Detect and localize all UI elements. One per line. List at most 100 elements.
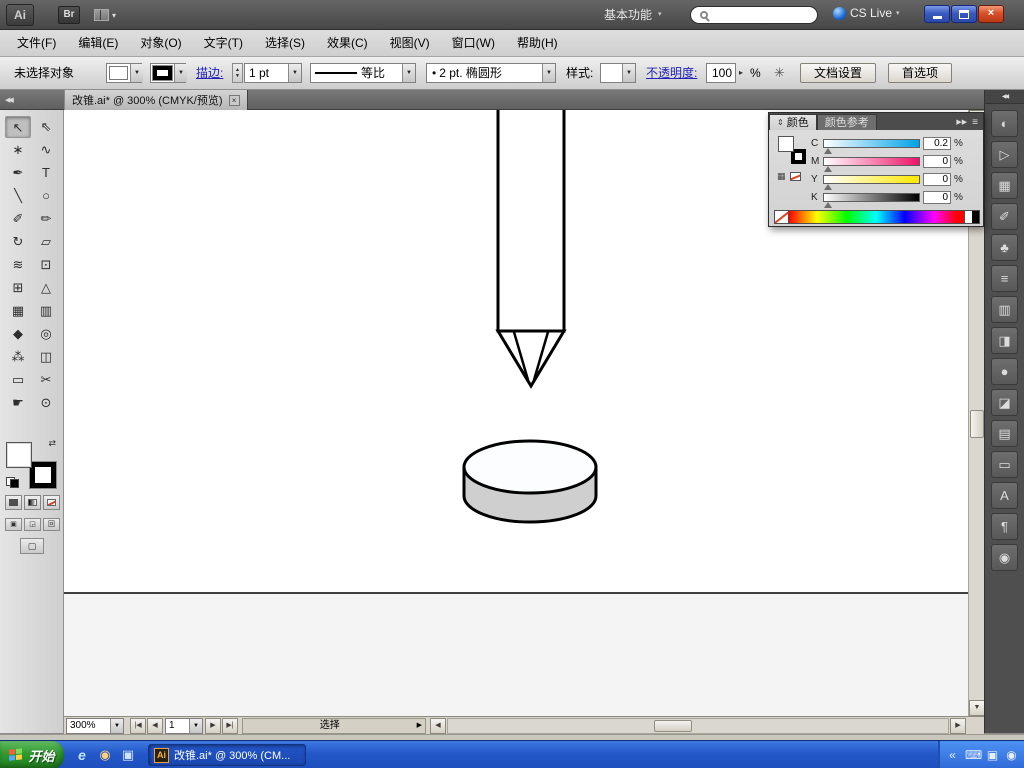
cs-live-button[interactable]: CS Live ▾: [833, 6, 900, 20]
quicklaunch-media-icon[interactable]: ◉: [97, 747, 113, 763]
lasso-tool[interactable]: ∿: [33, 139, 59, 161]
start-button[interactable]: 开始: [0, 741, 64, 768]
scroll-down-icon[interactable]: ▼: [969, 700, 985, 716]
zoom-dropdown[interactable]: 300% ▼: [66, 718, 124, 734]
pencil-tool[interactable]: ✏: [33, 208, 59, 230]
brush-definition-dropdown[interactable]: • 2 pt. 椭圆形 ▼: [426, 63, 556, 83]
width-tool[interactable]: ≋: [5, 254, 31, 276]
restore-button[interactable]: [951, 5, 977, 23]
menu-object[interactable]: 对象(O): [129, 30, 192, 57]
menu-file[interactable]: 文件(F): [6, 30, 67, 57]
transparency-panel-icon[interactable]: ◨: [991, 327, 1018, 354]
opacity-panel-link[interactable]: 不透明度:: [646, 63, 697, 83]
graphic-styles-panel-icon[interactable]: ◪: [991, 389, 1018, 416]
quicklaunch-desktop-icon[interactable]: ▣: [120, 747, 136, 763]
panel-expand-icon[interactable]: ▶▶: [956, 118, 967, 126]
paragraph-panel-icon[interactable]: ¶: [991, 513, 1018, 540]
color-guide-panel-icon[interactable]: ▷: [991, 141, 1018, 168]
panel-fill-stroke-control[interactable]: [778, 136, 806, 164]
tab-color-guide[interactable]: 颜色参考: [816, 114, 877, 130]
stroke-panel-link[interactable]: 描边:: [196, 63, 223, 83]
magic-wand-tool[interactable]: ∗: [5, 139, 31, 161]
panel-menu-icon[interactable]: ≡: [972, 117, 978, 128]
spectrum-bw-swatches[interactable]: [965, 210, 980, 224]
blend-tool[interactable]: ◎: [33, 323, 59, 345]
tray-keyboard-icon[interactable]: ⌨: [965, 741, 982, 768]
none-swatch-icon[interactable]: [789, 172, 801, 181]
panel-cycle-icon[interactable]: ⇕: [777, 115, 784, 131]
swatches-panel-icon[interactable]: ▦: [991, 172, 1018, 199]
gradient-tool[interactable]: ▥: [33, 300, 59, 322]
stroke-color-dropdown[interactable]: ▼: [150, 63, 187, 83]
layers-panel-icon[interactable]: ▤: [991, 420, 1018, 447]
spectrum-ramp[interactable]: [789, 210, 965, 224]
menu-effect[interactable]: 效果(C): [316, 30, 379, 57]
screwdriver-shape[interactable]: [495, 110, 567, 389]
stroke-weight-dropdown[interactable]: 1 pt ▼: [244, 63, 302, 83]
recolor-artwork-icon[interactable]: ✳: [774, 63, 785, 83]
spectrum-none-swatch[interactable]: [774, 210, 789, 224]
fill-color-swatch[interactable]: [6, 442, 32, 468]
paintbrush-tool[interactable]: ✐: [5, 208, 31, 230]
search-input[interactable]: [690, 6, 818, 24]
fill-color-dropdown[interactable]: ▼: [106, 63, 143, 83]
arrange-documents-button[interactable]: ▾: [94, 8, 116, 22]
channel-slider[interactable]: [823, 138, 920, 154]
menu-select[interactable]: 选择(S): [254, 30, 316, 57]
scale-tool[interactable]: ▱: [33, 231, 59, 253]
menu-view[interactable]: 视图(V): [379, 30, 441, 57]
minimize-button[interactable]: [924, 5, 950, 23]
hand-tool[interactable]: ☛: [5, 392, 31, 414]
line-segment-tool[interactable]: ╲: [5, 185, 31, 207]
gradient-panel-icon[interactable]: ▥: [991, 296, 1018, 323]
menu-window[interactable]: 窗口(W): [441, 30, 506, 57]
taskbar-document-button[interactable]: Ai 改锥.ai* @ 300% (CM...: [148, 744, 306, 766]
menu-help[interactable]: 帮助(H): [506, 30, 569, 57]
scroll-right-icon[interactable]: ▶: [950, 718, 966, 734]
symbol-sprayer-tool[interactable]: ⁂: [5, 346, 31, 368]
cmyk-grid-icon[interactable]: ▦: [777, 172, 786, 181]
symbols-panel-icon[interactable]: ♣: [991, 234, 1018, 261]
artboard-tool[interactable]: ▭: [5, 369, 31, 391]
collapse-panel-icon[interactable]: ◀◀: [5, 96, 14, 104]
quicklaunch-ie-icon[interactable]: e: [74, 747, 90, 763]
channel-slider[interactable]: [823, 192, 920, 208]
perspective-grid-tool[interactable]: △: [33, 277, 59, 299]
slider-thumb-icon[interactable]: [824, 147, 832, 154]
first-artboard-button[interactable]: |◀: [130, 718, 146, 734]
draw-inside-mode-button[interactable]: 回: [43, 518, 60, 531]
color-spectrum-bar[interactable]: [774, 210, 980, 224]
color-button[interactable]: [5, 495, 22, 510]
appearance-panel-icon[interactable]: ●: [991, 358, 1018, 385]
opacity-dropdown-icon[interactable]: ▸: [739, 63, 743, 83]
slider-thumb-icon[interactable]: [824, 201, 832, 208]
stroke-weight-stepper[interactable]: ▲ ▼: [232, 63, 243, 83]
width-profile-dropdown[interactable]: 等比 ▼: [310, 63, 416, 83]
panel-fill-swatch[interactable]: [778, 136, 794, 152]
channel-slider[interactable]: [823, 174, 920, 190]
disc-shape[interactable]: [462, 439, 598, 524]
pen-tool[interactable]: ✒: [5, 162, 31, 184]
swap-fill-stroke-icon[interactable]: ⇄: [48, 438, 56, 449]
character-panel-icon[interactable]: A: [991, 482, 1018, 509]
dock-expand-icon[interactable]: ◀◀: [985, 90, 1024, 104]
none-button[interactable]: [43, 495, 60, 510]
menu-edit[interactable]: 编辑(E): [67, 30, 129, 57]
column-graph-tool[interactable]: ◫: [33, 346, 59, 368]
scroll-left-icon[interactable]: ◀: [430, 718, 446, 734]
default-fill-stroke-icon[interactable]: [6, 477, 19, 488]
tray-expand-icon[interactable]: «: [946, 741, 959, 768]
channel-value-input[interactable]: 0: [923, 190, 951, 204]
previous-artboard-button[interactable]: ◀: [147, 718, 163, 734]
fill-stroke-control[interactable]: ⇄: [6, 438, 58, 489]
tab-color[interactable]: ⇕ 颜色: [769, 114, 817, 130]
next-artboard-button[interactable]: ▶: [205, 718, 221, 734]
stroke-panel-icon[interactable]: ≡: [991, 265, 1018, 292]
brushes-panel-icon[interactable]: ✐: [991, 203, 1018, 230]
channel-slider[interactable]: [823, 156, 920, 172]
opacity-input[interactable]: 100: [706, 63, 736, 83]
slice-tool[interactable]: ✂: [33, 369, 59, 391]
bridge-button[interactable]: Br: [58, 6, 80, 24]
workspace-switcher-button[interactable]: 基本功能 ▾: [596, 5, 670, 25]
type-tool[interactable]: T: [33, 162, 59, 184]
